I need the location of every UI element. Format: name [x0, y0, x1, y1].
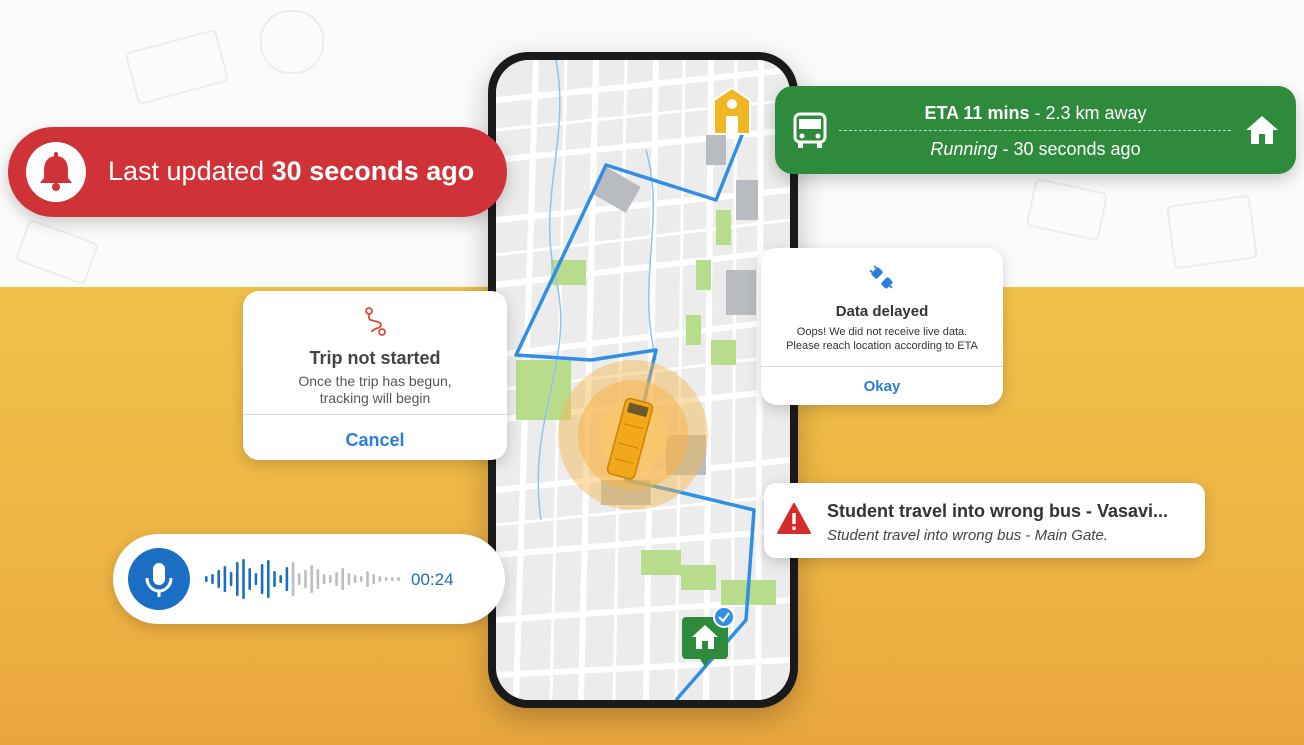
okay-button[interactable]: Okay — [761, 378, 1003, 395]
home-icon — [1246, 116, 1278, 144]
notification-title: Student travel into wrong bus - Vasavi..… — [827, 501, 1169, 521]
plug-icon — [869, 265, 893, 289]
map-canvas — [496, 60, 790, 700]
waveform-bar — [384, 577, 388, 581]
notification-subtitle: Student travel into wrong bus - Main Gat… — [827, 527, 1108, 544]
background-doodle — [1165, 194, 1259, 270]
bus-icon — [606, 397, 654, 480]
dialog-divider — [761, 366, 1003, 367]
audio-waveform — [205, 559, 400, 599]
waveform-bar — [273, 571, 276, 587]
dialog-message-line: Oops! We did not receive live data. — [796, 326, 968, 338]
waveform-bar — [360, 576, 363, 582]
eta-distance: - 2.3 km away — [1034, 103, 1147, 123]
waveform-bar — [353, 575, 357, 583]
dialog-message-line: Once the trip has begun, — [298, 373, 452, 389]
waveform-bar — [372, 574, 375, 584]
waveform-bar — [298, 573, 301, 585]
bell-icon — [40, 152, 72, 191]
wrong-bus-notification[interactable]: Student travel into wrong bus - Vasavi..… — [764, 483, 1205, 558]
last-updated-banner: Last updated 30 seconds ago — [8, 127, 507, 217]
waveform-bar — [205, 576, 208, 582]
waveform-bar — [267, 560, 270, 598]
background-doodle — [260, 10, 324, 74]
waveform-bar — [304, 570, 307, 588]
waveform-bar — [279, 575, 282, 583]
phone-frame — [488, 52, 798, 708]
waveform-bar — [322, 574, 326, 584]
waveform-bar — [236, 562, 239, 596]
waveform-bar — [229, 572, 233, 586]
waveform-bar — [391, 577, 394, 581]
dialog-divider — [243, 414, 507, 415]
dialog-message: Once the trip has begun, tracking will b… — [243, 373, 507, 407]
waveform-bar — [316, 569, 320, 589]
waveform-bar — [347, 573, 351, 585]
microphone-icon — [145, 563, 173, 597]
waveform-bar — [329, 575, 332, 583]
waveform-bar — [378, 576, 382, 582]
eta-line: ETA 11 mins - 2.3 km away — [775, 103, 1296, 124]
waveform-bar — [341, 568, 344, 590]
last-updated-prefix: Last updated — [108, 156, 265, 186]
dialog-title: Data delayed — [835, 303, 929, 320]
trip-not-started-dialog: Trip not started Once the trip has begun… — [243, 291, 507, 460]
waveform-bar — [397, 577, 400, 581]
waveform-bar — [242, 559, 245, 599]
last-updated-time: 30 seconds ago — [271, 156, 475, 186]
waveform-bar — [285, 567, 289, 591]
waveform-bar — [211, 574, 214, 584]
eta-divider — [839, 130, 1231, 131]
microphone-button[interactable] — [128, 548, 190, 610]
waveform-bar — [310, 565, 313, 593]
data-delayed-dialog: Data delayed Oops! We did not receive li… — [761, 248, 1003, 405]
waveform-bar — [217, 570, 220, 588]
waveform-bar — [366, 571, 369, 587]
dialog-message-line: Please reach location according to ETA — [786, 340, 978, 352]
eta-status: Running — [930, 139, 998, 159]
waveform-bar — [335, 572, 338, 586]
last-updated-text: Last updated 30 seconds ago — [108, 156, 474, 187]
voice-duration: 00:24 — [411, 570, 454, 589]
dialog-title: Trip not started — [309, 348, 441, 368]
eta-status-line: Running - 30 seconds ago — [775, 139, 1296, 160]
warning-icon — [777, 503, 811, 534]
eta-value: ETA 11 mins — [924, 103, 1030, 123]
cancel-button[interactable]: Cancel — [243, 430, 507, 451]
map-view[interactable] — [496, 60, 790, 700]
dialog-message-line: tracking will begin — [319, 390, 431, 406]
route-icon — [365, 307, 386, 336]
home-pin-icon — [682, 606, 735, 667]
bell-icon-wrapper — [26, 142, 86, 202]
eta-status-time: - 30 seconds ago — [1002, 139, 1141, 159]
voice-note-player[interactable]: 00:24 — [113, 534, 505, 624]
eta-card[interactable]: ETA 11 mins - 2.3 km away Running - 30 s… — [775, 86, 1296, 174]
waveform-bar — [248, 568, 251, 590]
dialog-message: Oops! We did not receive live data. Plea… — [761, 325, 1003, 353]
waveform-bar — [291, 562, 295, 596]
waveform-bar — [254, 573, 258, 585]
waveform-bar — [260, 564, 264, 594]
waveform-bar — [223, 566, 227, 592]
school-icon — [713, 86, 751, 135]
